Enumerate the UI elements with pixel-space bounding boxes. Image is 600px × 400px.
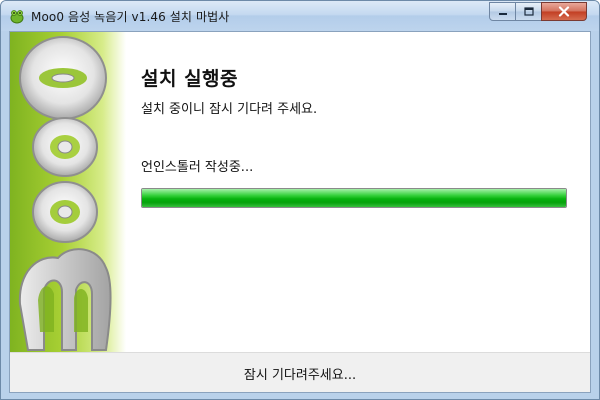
moo0-logo — [18, 36, 112, 351]
frog-icon — [10, 10, 24, 24]
title-bar[interactable]: Moo0 음성 녹음기 v1.46 설치 마법사 — [1, 1, 599, 31]
install-progress-bar — [141, 188, 567, 208]
progress-fill — [142, 189, 566, 207]
installer-window: Moo0 음성 녹음기 v1.46 설치 마법사 설치 실행중 설치 중이니 잠… — [0, 0, 600, 400]
page-subtext: 설치 중이니 잠시 기다려 주세요. — [141, 102, 318, 117]
maximize-button[interactable] — [515, 2, 542, 21]
page-heading: 설치 실행중 — [141, 68, 239, 90]
status-text: 언인스톨러 작성중... — [141, 160, 254, 175]
wizard-content: 설치 실행중 설치 중이니 잠시 기다려 주세요. 언인스톨러 작성중... 잠… — [9, 31, 591, 393]
window-title: Moo0 음성 녹음기 v1.46 설치 마법사 — [31, 10, 230, 24]
close-button[interactable] — [541, 2, 587, 21]
footer-status-text: 잠시 기다려주세요... — [243, 368, 357, 383]
footer-bar: 잠시 기다려주세요... — [10, 352, 590, 392]
minimize-icon — [498, 12, 507, 15]
close-icon — [558, 6, 570, 17]
minimize-button[interactable] — [489, 2, 516, 21]
moo0-logo-banner — [10, 32, 126, 352]
maximize-icon — [523, 7, 534, 16]
